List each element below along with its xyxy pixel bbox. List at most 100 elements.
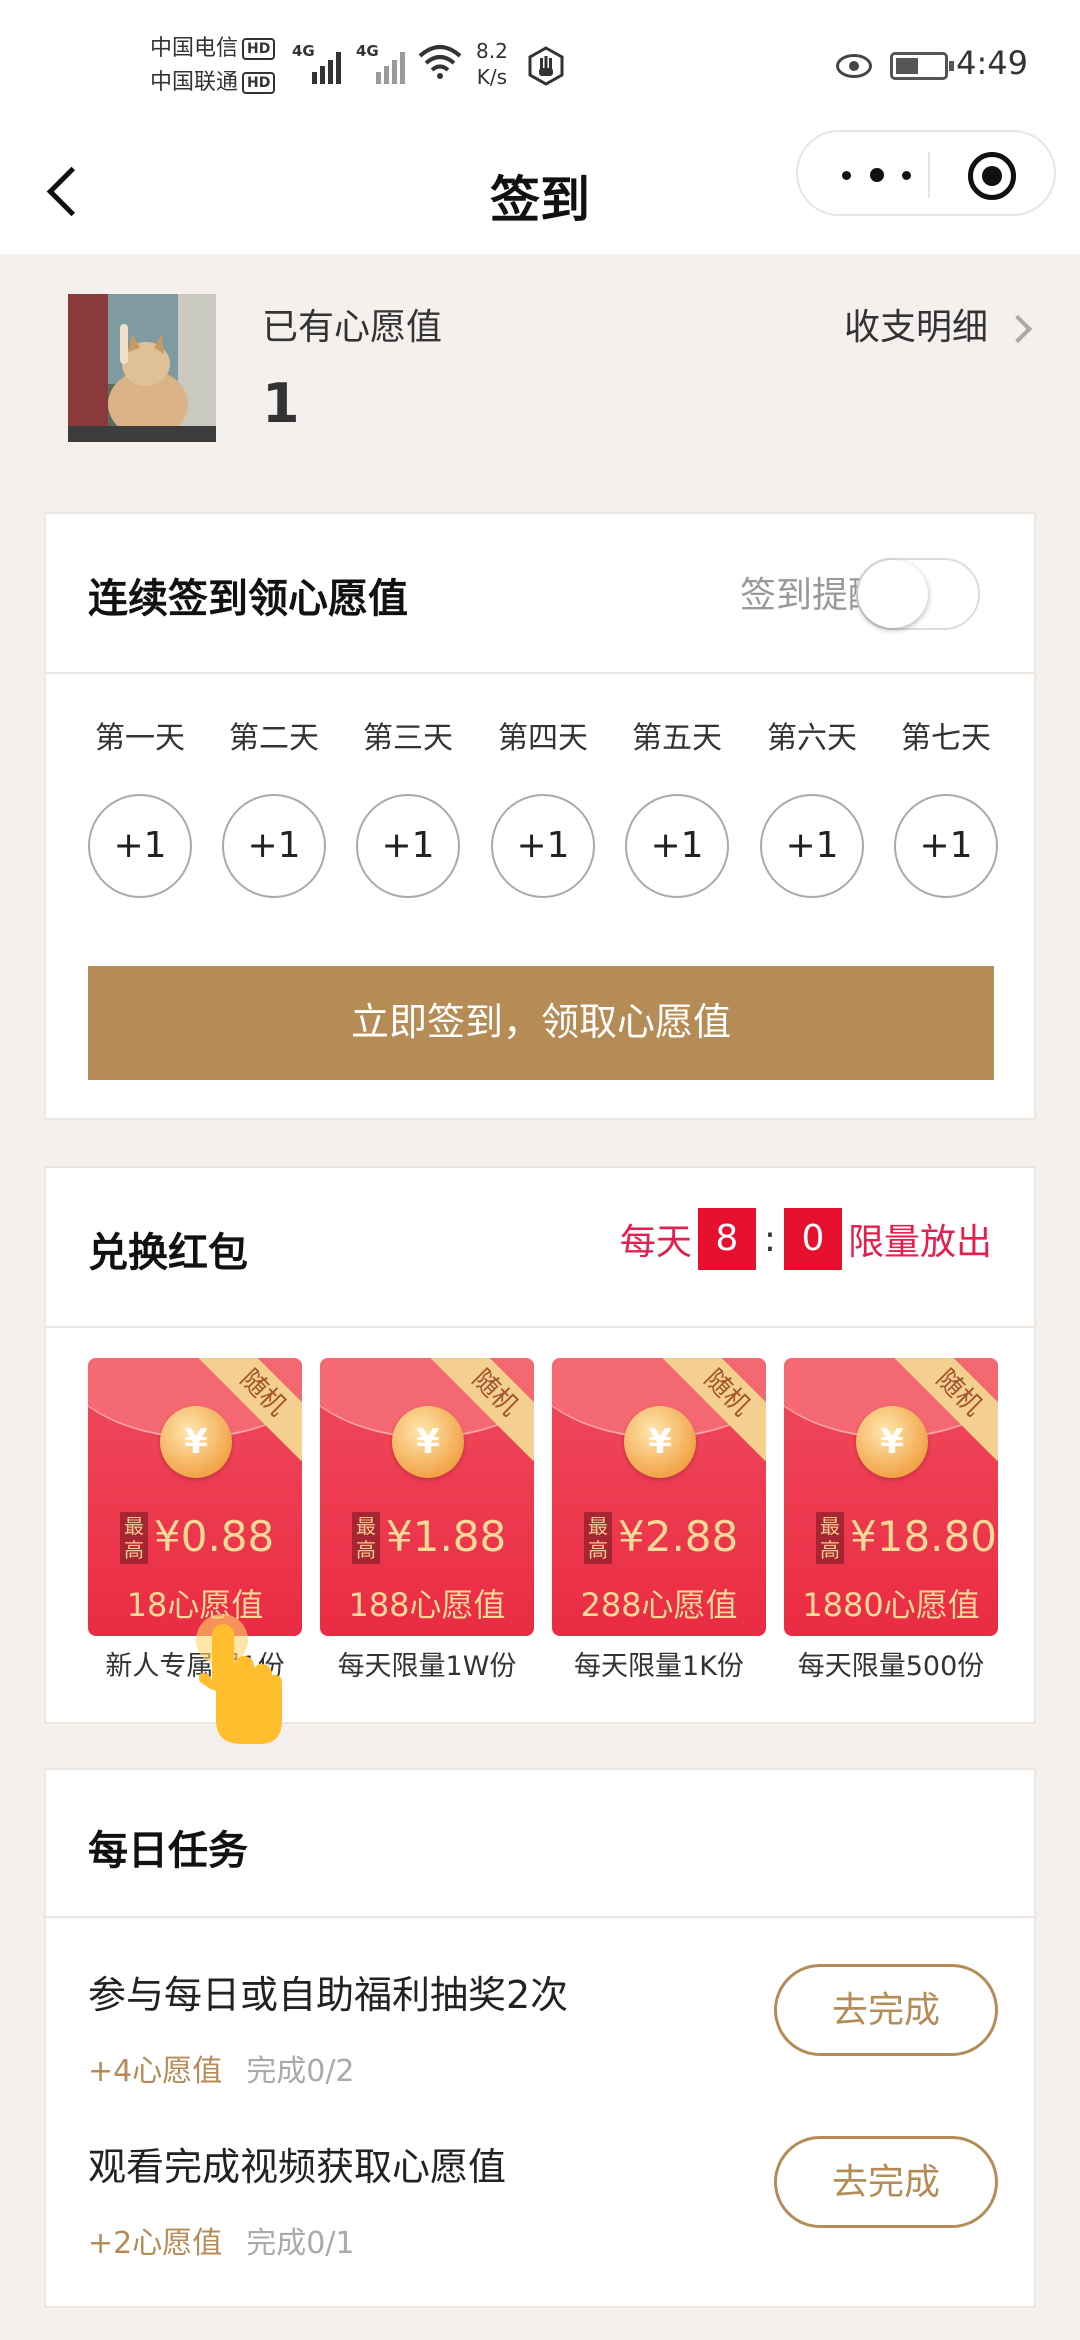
signal-icon: 4G bbox=[356, 42, 412, 84]
signin-card-header: 连续签到领心愿值 签到提醒 bbox=[46, 514, 1034, 674]
capsule-divider bbox=[928, 152, 930, 198]
day-reward: +1 bbox=[88, 794, 192, 898]
network-type: 4G bbox=[356, 42, 379, 60]
hd-badge: HD bbox=[242, 72, 276, 94]
toggle-knob bbox=[858, 560, 928, 628]
red-packet[interactable]: 随机 ¥ 最高 ¥18.80 1880心愿值 每天限量500份 bbox=[784, 1358, 998, 1683]
wish-value: 1 bbox=[262, 372, 300, 435]
coin-icon: ¥ bbox=[392, 1406, 464, 1478]
packet-caption: 每天限量500份 bbox=[797, 1651, 985, 1682]
task-progress: 完成0/2 bbox=[246, 2054, 355, 2089]
detail-link-label: 收支明细 bbox=[843, 307, 988, 348]
network-speed: 8.2 K/s bbox=[476, 38, 508, 90]
hd-badge: HD bbox=[242, 38, 276, 60]
close-miniprogram-button[interactable] bbox=[968, 152, 1016, 200]
packet-amount: ¥1.88 bbox=[386, 1512, 507, 1561]
status-bar: 中国电信 HD 中国联通 HD 4G 4G 8.2 K/s 4:49 bbox=[0, 0, 1080, 130]
clock: 4:49 bbox=[956, 44, 1028, 82]
speed-unit: K/s bbox=[476, 65, 508, 89]
eye-icon bbox=[836, 54, 872, 78]
go-complete-button[interactable]: 去完成 bbox=[774, 2136, 998, 2228]
day-item: 第四天 +1 bbox=[491, 724, 595, 898]
day-reward: +1 bbox=[491, 794, 595, 898]
task-reward: +4心愿值 bbox=[88, 2054, 223, 2089]
day-label: 第三天 bbox=[363, 721, 453, 756]
packet-cost: 288心愿值 bbox=[580, 1586, 738, 1624]
release-time: 每天 8:0 限量放出 bbox=[620, 1208, 992, 1270]
carrier-info: 中国电信 HD 中国联通 HD bbox=[150, 32, 276, 100]
red-packet[interactable]: 随机 ¥ 最高 ¥2.88 288心愿值 每天限量1K份 bbox=[552, 1358, 766, 1683]
day-item: 第三天 +1 bbox=[356, 724, 460, 898]
pointing-hand-icon bbox=[196, 1614, 282, 1744]
day-label: 第六天 bbox=[767, 721, 857, 756]
packet-amount: ¥2.88 bbox=[618, 1512, 739, 1561]
coin-icon: ¥ bbox=[856, 1406, 928, 1478]
day-item: 第六天 +1 bbox=[760, 724, 864, 898]
task-item: 观看完成视频获取心愿值 +2心愿值 完成0/1 去完成 bbox=[88, 2136, 998, 2296]
signal-icon: 4G bbox=[292, 42, 348, 84]
release-hour: 8 bbox=[697, 1208, 756, 1270]
packet-cost: 188心愿值 bbox=[348, 1586, 506, 1624]
speed-value: 8.2 bbox=[476, 39, 508, 63]
packet-caption: 每天限量1W份 bbox=[337, 1651, 517, 1682]
task-item: 参与每日或自助福利抽奖2次 +4心愿值 完成0/2 去完成 bbox=[88, 1964, 998, 2124]
signin-card: 连续签到领心愿值 签到提醒 第一天 +1 第二天 +1 第三天 +1 第四天 +1 第五… bbox=[44, 512, 1036, 1120]
day-label: 第四天 bbox=[498, 721, 588, 756]
day-item: 第一天 +1 bbox=[88, 724, 192, 898]
network-type: 4G bbox=[292, 42, 315, 60]
carrier-1: 中国电信 bbox=[150, 36, 239, 61]
day-label: 第二天 bbox=[229, 721, 319, 756]
task-meta: +4心愿值 完成0/2 bbox=[88, 2046, 355, 2090]
signin-button[interactable]: 立即签到，领取心愿值 bbox=[88, 966, 994, 1080]
exchange-card-header: 兑换红包 每天 8:0 限量放出 bbox=[46, 1168, 1034, 1328]
task-title: 观看完成视频获取心愿值 bbox=[88, 2145, 507, 2189]
red-packet-envelope: 随机 ¥ 最高 ¥2.88 288心愿值 bbox=[552, 1358, 766, 1636]
packet-amount: ¥18.80 bbox=[850, 1512, 997, 1561]
max-badge: 最高 bbox=[584, 1512, 612, 1564]
day-reward: +1 bbox=[356, 794, 460, 898]
exchange-title: 兑换红包 bbox=[88, 1230, 248, 1276]
day-reward: +1 bbox=[894, 794, 998, 898]
detail-link[interactable]: 收支明细 bbox=[844, 298, 1036, 350]
time-colon: : bbox=[763, 1218, 776, 1260]
day-reward: +1 bbox=[222, 794, 326, 898]
more-button[interactable] bbox=[834, 150, 924, 200]
day-item: 第二天 +1 bbox=[222, 724, 326, 898]
go-complete-button[interactable]: 去完成 bbox=[774, 1964, 998, 2056]
day-item: 第五天 +1 bbox=[625, 724, 729, 898]
packet-caption: 每天限量1K份 bbox=[574, 1651, 744, 1682]
task-progress: 完成0/1 bbox=[246, 2226, 355, 2261]
max-badge: 最高 bbox=[120, 1512, 148, 1564]
red-packet[interactable]: 随机 ¥ 最高 ¥1.88 188心愿值 每天限量1W份 bbox=[320, 1358, 534, 1683]
day-reward: +1 bbox=[760, 794, 864, 898]
hand-shield-icon bbox=[528, 46, 564, 86]
wish-label: 已有心愿值 bbox=[262, 307, 443, 348]
miniprogram-capsule bbox=[796, 130, 1056, 216]
max-badge: 最高 bbox=[352, 1512, 380, 1564]
tasks-card-header: 每日任务 bbox=[46, 1770, 1034, 1918]
signin-days: 第一天 +1 第二天 +1 第三天 +1 第四天 +1 第五天 +1 第六天 +1 第七天 +… bbox=[88, 724, 998, 898]
tasks-title: 每日任务 bbox=[88, 1828, 248, 1874]
chevron-right-icon bbox=[1003, 314, 1033, 344]
tasks-card: 每日任务 参与每日或自助福利抽奖2次 +4心愿值 完成0/2 去完成 观看完成视频… bbox=[44, 1768, 1036, 2308]
day-reward: +1 bbox=[625, 794, 729, 898]
red-packet-envelope: 随机 ¥ 最高 ¥0.88 18心愿值 bbox=[88, 1358, 302, 1636]
avatar bbox=[68, 294, 216, 442]
navigation-bar: 签到 bbox=[0, 130, 1080, 254]
task-meta: +2心愿值 完成0/1 bbox=[88, 2218, 355, 2262]
signin-title: 连续签到领心愿值 bbox=[88, 576, 408, 622]
coin-icon: ¥ bbox=[624, 1406, 696, 1478]
red-packet-envelope: 随机 ¥ 最高 ¥1.88 188心愿值 bbox=[320, 1358, 534, 1636]
coin-icon: ¥ bbox=[160, 1406, 232, 1478]
limit-prefix: 每天 bbox=[619, 1222, 692, 1263]
day-label: 第一天 bbox=[95, 721, 185, 756]
task-reward: +2心愿值 bbox=[88, 2226, 223, 2261]
battery-icon bbox=[890, 52, 954, 80]
wifi-icon bbox=[418, 45, 462, 79]
task-title: 参与每日或自助福利抽奖2次 bbox=[88, 1973, 569, 2017]
carrier-2: 中国联通 bbox=[150, 70, 239, 95]
remind-toggle[interactable] bbox=[856, 558, 980, 630]
limit-suffix: 限量放出 bbox=[847, 1222, 992, 1263]
day-label: 第五天 bbox=[632, 721, 722, 756]
red-packet-envelope: 随机 ¥ 最高 ¥18.80 1880心愿值 bbox=[784, 1358, 998, 1636]
